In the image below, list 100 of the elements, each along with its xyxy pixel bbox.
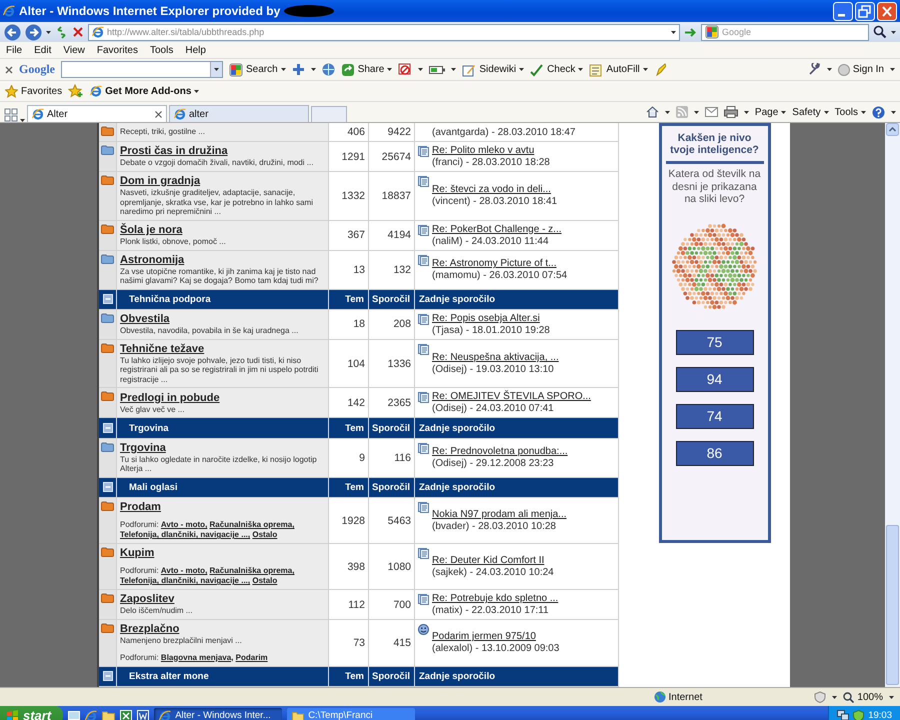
menu-item[interactable]: Edit (34, 44, 52, 56)
command-button[interactable]: Page (754, 106, 786, 118)
forum-title-link[interactable]: Prodam (120, 501, 325, 514)
stop-icon[interactable] (72, 26, 84, 38)
address-field[interactable]: http://www.alter.si/tabla/ubbthreads.php (88, 24, 680, 40)
caret-icon[interactable] (744, 110, 749, 114)
google-search-field[interactable] (61, 61, 223, 78)
caret-icon[interactable] (519, 68, 524, 71)
answer-button[interactable]: 86 (676, 440, 754, 466)
blocked-popup-icon[interactable] (398, 63, 412, 76)
forum-title-link[interactable]: Dom in gradnja (120, 175, 325, 187)
battery-icon[interactable] (429, 66, 446, 74)
caret-icon[interactable] (891, 110, 896, 114)
collapse-icon[interactable] (102, 294, 112, 304)
caret-icon[interactable] (890, 68, 895, 71)
collapse-icon[interactable] (102, 423, 112, 434)
toolbar-button[interactable]: Sidewiki (462, 62, 524, 76)
collapse-icon[interactable] (102, 482, 112, 492)
caret-icon[interactable] (194, 90, 200, 92)
last-post-link[interactable]: Re: OMEJITEV ŠTEVILA SPORO... (432, 391, 591, 402)
subforum-link[interactable]: Ostalo (252, 576, 278, 586)
home-icon[interactable] (646, 106, 659, 118)
last-post-link[interactable]: Re: Prednovoletna ponudba:... (432, 446, 568, 458)
last-post-link[interactable]: Re: Astronomy Picture of t... (432, 258, 568, 269)
forum-title-link[interactable]: Zaposlitev (120, 593, 325, 606)
toolbar-button[interactable]: Search (229, 62, 286, 76)
taskbar-window-button[interactable]: C:\Temp\Franci (287, 708, 416, 720)
scroll-up-icon[interactable] (886, 123, 899, 136)
last-post-link[interactable]: Re: PokerBot Challenge - z... (432, 224, 562, 234)
scrollbar-thumb[interactable] (886, 525, 899, 685)
last-post-link[interactable]: Re: Popis osebja Alter.si (432, 312, 550, 324)
print-icon[interactable] (724, 106, 738, 118)
caret-icon[interactable] (832, 696, 838, 698)
minimize-icon[interactable] (833, 2, 853, 20)
sign-in-button[interactable]: Sign In (838, 64, 884, 76)
caret-icon[interactable] (824, 110, 829, 114)
forum-title-link[interactable]: Šola je nora (120, 224, 325, 236)
caret-icon[interactable] (310, 68, 316, 71)
toolbar-button[interactable]: Share (340, 62, 392, 76)
subforum-link[interactable]: Avto - moto, (160, 520, 208, 530)
subforum-link[interactable]: Računalniška oprema, (210, 566, 294, 576)
caret-icon[interactable] (214, 68, 219, 71)
add-ons-link[interactable]: Get More Add-ons (90, 85, 200, 97)
add-favorite-icon[interactable] (68, 84, 84, 98)
desktop-icon[interactable] (68, 710, 80, 720)
forum-title-link[interactable]: Trgovina (120, 442, 325, 454)
caret-icon[interactable] (826, 68, 832, 71)
last-post-link[interactable]: Podarim jermen 975/10 (432, 631, 560, 642)
folder-icon[interactable] (102, 710, 116, 720)
caret-icon[interactable] (694, 110, 699, 114)
mail-icon[interactable] (704, 107, 718, 117)
toolbar-button[interactable]: Check (530, 62, 584, 76)
caret-icon[interactable] (642, 68, 648, 71)
browser-tab[interactable]: Alter (27, 105, 167, 122)
last-post-link[interactable]: Re: števci za vodo in deli... (432, 184, 558, 196)
caret-icon[interactable] (861, 110, 866, 114)
caret-icon[interactable] (664, 110, 670, 114)
globe-icon[interactable] (322, 63, 335, 76)
menu-item[interactable]: View (63, 44, 85, 56)
wrench-icon[interactable] (808, 63, 821, 76)
browser-tab[interactable]: alter (169, 105, 309, 122)
subforum-link[interactable]: Ostalo (252, 530, 278, 540)
caret-icon[interactable] (781, 110, 786, 114)
last-post-link[interactable]: Re: Polito mleko v avtu (432, 145, 550, 156)
back-icon[interactable] (4, 24, 21, 40)
document-icon[interactable] (137, 710, 150, 720)
quick-tabs-icon[interactable] (4, 108, 18, 122)
caret-icon[interactable] (671, 30, 676, 34)
menu-item[interactable]: Help (185, 44, 206, 56)
subforum-link[interactable]: Podarim (236, 652, 268, 662)
forum-title-link[interactable]: Brezplačno (120, 623, 325, 636)
highlighter-icon[interactable] (654, 63, 666, 76)
command-button[interactable]: Tools (834, 106, 866, 118)
menu-item[interactable]: File (6, 44, 22, 56)
favorites-button[interactable]: Favorites (5, 84, 62, 98)
help-icon[interactable] (872, 106, 885, 118)
forum-title-link[interactable]: Kupim (120, 547, 325, 560)
go-icon[interactable] (684, 26, 697, 38)
subforum-link[interactable]: Avto - moto, (160, 566, 208, 576)
forum-title-link[interactable]: Predlogi in pobude (120, 392, 325, 404)
network-icon[interactable] (837, 710, 850, 720)
last-post-link[interactable]: Re: Deuter Kid Comfort II (432, 555, 554, 566)
spreadsheet-icon[interactable] (120, 710, 132, 720)
caret-icon[interactable] (46, 30, 51, 34)
subforum-link[interactable]: Telefonija, dlančniki, navigacije ..., (120, 530, 250, 540)
subforum-link[interactable]: Računalniška oprema, (210, 520, 294, 530)
maximize-icon[interactable] (855, 2, 875, 20)
menu-item[interactable]: Favorites (96, 44, 138, 56)
subforum-link[interactable]: Blagovna menjava, (160, 652, 234, 662)
plus-icon[interactable] (292, 63, 305, 76)
close-icon[interactable] (5, 66, 13, 74)
caret-icon[interactable] (451, 68, 456, 71)
last-post-link[interactable]: Nokia N97 prodam ali menja... (432, 509, 567, 520)
protected-mode-icon[interactable] (814, 691, 826, 703)
start-button[interactable]: start (0, 706, 64, 720)
forum-title-link[interactable]: Obvestila (120, 313, 325, 326)
close-icon[interactable] (155, 110, 162, 118)
caret-icon[interactable] (889, 696, 894, 698)
command-button[interactable]: Safety (792, 106, 829, 118)
refresh-icon[interactable] (55, 26, 68, 38)
